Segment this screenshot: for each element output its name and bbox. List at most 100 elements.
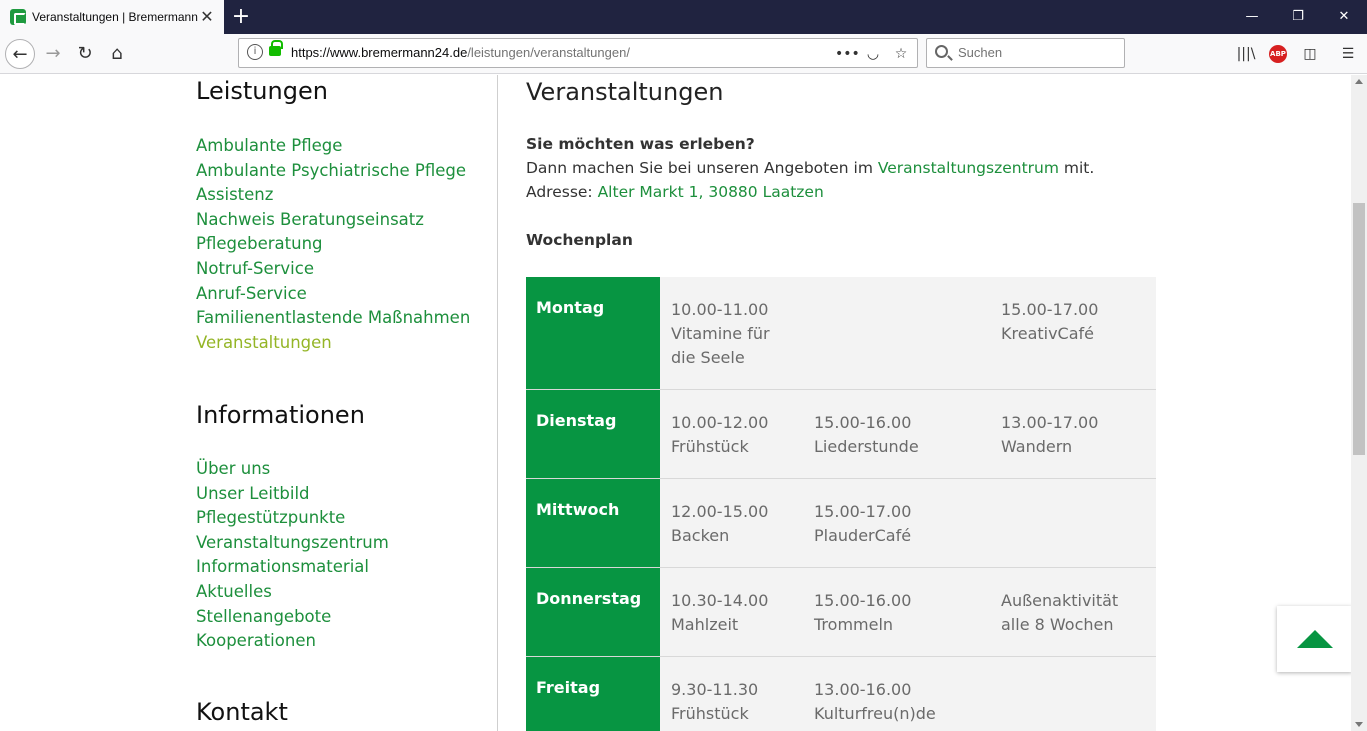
- event-text: Wandern: [1001, 437, 1073, 456]
- url-text[interactable]: https://www.bremermann24.de/leistungen/v…: [291, 45, 630, 60]
- event-text: Liederstunde: [814, 437, 919, 456]
- schedule-event: 15.00-17.00 PlauderCafé: [814, 500, 911, 548]
- event-text: 10.00-12.00: [671, 413, 769, 432]
- sidebar-link[interactable]: Kooperationen: [196, 629, 389, 654]
- sidebar-link[interactable]: Veranstaltungen: [196, 331, 470, 356]
- browser-navbar: ← → ↻ ⌂ i https://www.bremermann24.de/le…: [0, 34, 1367, 74]
- site-favicon-icon: [10, 9, 26, 25]
- divider: [497, 75, 498, 731]
- schedule-event: 10.00-12.00 Frühstück: [671, 411, 768, 459]
- sidebar-toggle-icon[interactable]: ◫: [1298, 42, 1322, 66]
- minimize-icon[interactable]: —: [1229, 0, 1275, 34]
- sidebar-link[interactable]: Ambulante Pflege: [196, 134, 470, 159]
- close-tab-icon[interactable]: ✕: [198, 8, 216, 26]
- sidebar-link[interactable]: Notruf-Service: [196, 257, 470, 282]
- intro-text-end: mit.: [1058, 159, 1095, 177]
- bookmark-star-icon[interactable]: ☆: [891, 44, 911, 64]
- schedule-event: 15.00-16.00 Liederstunde: [814, 411, 919, 459]
- schedule-day: Dienstag: [526, 390, 660, 478]
- tab-title: Veranstaltungen | Bremermann: [32, 10, 198, 24]
- sidebar-link[interactable]: Stellenangebote: [196, 605, 389, 630]
- schedule-row: Mittwoch 12.00-15.00 Backen 15.00-17.00 Plau…: [526, 479, 1156, 568]
- scroll-down-icon[interactable]: [1355, 722, 1363, 727]
- event-text: 12.00-15.00: [671, 502, 769, 521]
- event-text: 15.00-17.00: [814, 502, 912, 521]
- back-icon[interactable]: ←: [5, 39, 35, 69]
- schedule-day: Freitag: [526, 657, 660, 731]
- event-text: Frühstück: [671, 704, 749, 723]
- schedule-day: Mittwoch: [526, 479, 660, 567]
- schedule-table: Montag 10.00-11.00 Vitamine für die Seele 15…: [526, 277, 1156, 731]
- event-text: 10.00-11.00: [671, 300, 769, 319]
- event-text: Vitamine für: [671, 324, 770, 343]
- sidebar-link[interactable]: Nachweis Beratungseinsatz: [196, 208, 470, 233]
- sidebar-link[interactable]: Informationsmaterial: [196, 555, 389, 580]
- event-text: 15.00-17.00: [1001, 300, 1099, 319]
- kontakt-heading: Kontakt: [196, 698, 288, 726]
- event-text: 9.30-11.30: [671, 680, 759, 699]
- veranstaltungszentrum-link[interactable]: Veranstaltungszentrum: [878, 159, 1059, 177]
- event-text: Trommeln: [814, 615, 894, 634]
- scrollbar[interactable]: [1351, 75, 1367, 731]
- sidebar-link[interactable]: Ambulante Psychiatrische Pflege: [196, 159, 470, 184]
- intro-text: Dann machen Sie bei unseren Angeboten im: [526, 159, 878, 177]
- schedule-day: Montag: [526, 277, 660, 389]
- event-text: Backen: [671, 526, 730, 545]
- event-text: Frühstück: [671, 437, 749, 456]
- sidebar-link[interactable]: Familienentlastende Maßnahmen: [196, 306, 470, 331]
- address-line: Adresse: Alter Markt 1, 30880 Laatzen: [526, 183, 824, 201]
- schedule-event: 10.30-14.00 Mahlzeit: [671, 589, 768, 637]
- schedule-event: 13.00-17.00 Wandern: [1001, 411, 1098, 459]
- sidebar-link[interactable]: Veranstaltungszentrum: [196, 531, 389, 556]
- sidebar-link[interactable]: Anruf-Service: [196, 282, 470, 307]
- sidebar-link[interactable]: Pflegeberatung: [196, 232, 470, 257]
- schedule-event: 15.00-17.00 KreativCafé: [1001, 298, 1098, 346]
- sidebar-link[interactable]: Pflegestützpunkte: [196, 506, 389, 531]
- page-actions-icon[interactable]: •••: [835, 44, 860, 64]
- home-icon[interactable]: ⌂: [102, 39, 132, 69]
- search-input[interactable]: Suchen: [926, 38, 1125, 68]
- info-icon[interactable]: i: [247, 44, 263, 60]
- wochenplan-heading: Wochenplan: [526, 231, 633, 249]
- sidebar-link[interactable]: Unser Leitbild: [196, 482, 389, 507]
- forward-icon[interactable]: →: [38, 39, 68, 69]
- informationen-list: Über uns Unser Leitbild Pflegestützpunkte V…: [196, 457, 389, 654]
- leistungen-list: Ambulante Pflege Ambulante Psychiatrische…: [196, 134, 470, 355]
- address-link[interactable]: Alter Markt 1, 30880 Laatzen: [598, 183, 824, 201]
- sidebar-link[interactable]: Über uns: [196, 457, 389, 482]
- scroll-to-top-button[interactable]: [1277, 606, 1352, 672]
- close-window-icon[interactable]: ✕: [1321, 0, 1367, 34]
- pocket-icon[interactable]: ◡: [863, 44, 883, 64]
- event-text: 15.00-16.00: [814, 591, 912, 610]
- sidebar-link[interactable]: Aktuelles: [196, 580, 389, 605]
- schedule-row: Dienstag 10.00-12.00 Frühstück 15.00-16.00 L…: [526, 390, 1156, 479]
- intro-question: Sie möchten was erleben?: [526, 135, 755, 153]
- browser-tab[interactable]: Veranstaltungen | Bremermann ✕: [0, 0, 224, 34]
- event-text: 15.00-16.00: [814, 413, 912, 432]
- new-tab-icon[interactable]: +: [228, 4, 254, 30]
- schedule-event: Außenaktivität alle 8 Wochen: [1001, 589, 1118, 637]
- leistungen-heading: Leistungen: [196, 77, 328, 105]
- event-text: Außenaktivität: [1001, 591, 1119, 610]
- arrow-up-icon: [1297, 630, 1333, 648]
- event-text: 13.00-16.00: [814, 680, 912, 699]
- library-icon[interactable]: |||\: [1234, 42, 1258, 66]
- restore-icon[interactable]: ❐: [1275, 0, 1321, 34]
- scrollbar-thumb[interactable]: [1353, 203, 1365, 455]
- schedule-day: Donnerstag: [526, 568, 660, 656]
- intro-line: Dann machen Sie bei unseren Angeboten im…: [526, 159, 1094, 177]
- schedule-event: 9.30-11.30 Frühstück: [671, 678, 758, 726]
- url-path: /leistungen/veranstaltungen/: [467, 45, 630, 60]
- scroll-up-icon[interactable]: [1355, 79, 1363, 84]
- search-placeholder: Suchen: [958, 45, 1003, 60]
- reload-icon[interactable]: ↻: [70, 39, 100, 69]
- adblock-icon[interactable]: ABP: [1269, 45, 1287, 63]
- schedule-event: 15.00-16.00 Trommeln: [814, 589, 911, 637]
- schedule-row: Donnerstag 10.30-14.00 Mahlzeit 15.00-16.00…: [526, 568, 1156, 657]
- sidebar-link[interactable]: Assistenz: [196, 183, 470, 208]
- menu-icon[interactable]: ☰: [1336, 42, 1360, 66]
- search-icon: [935, 45, 948, 58]
- url-bar[interactable]: i https://www.bremermann24.de/leistungen…: [238, 38, 918, 68]
- browser-titlebar: Veranstaltungen | Bremermann ✕ + — ❐ ✕: [0, 0, 1367, 34]
- page-title: Veranstaltungen: [526, 78, 724, 106]
